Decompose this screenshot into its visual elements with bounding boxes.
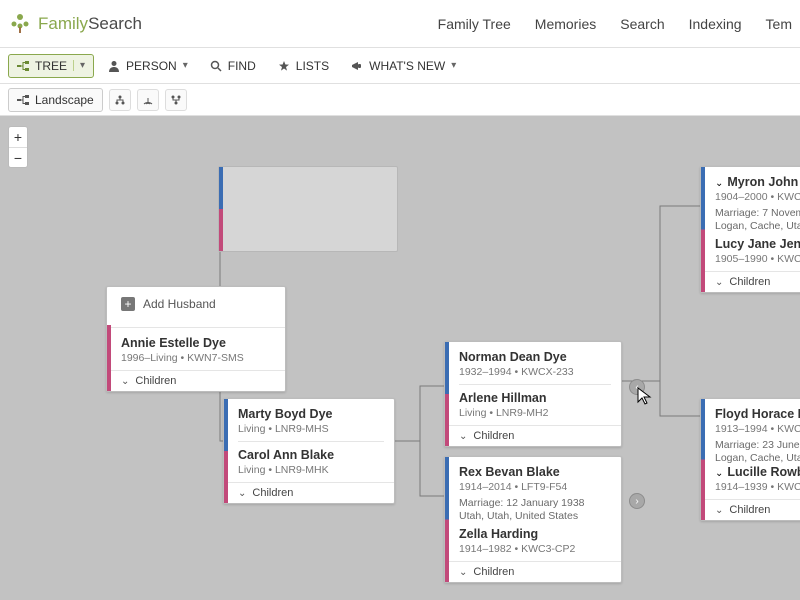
person-dropdown[interactable]: PERSON▾ [100, 55, 196, 77]
husband-name: Marty Boyd Dye [238, 407, 384, 421]
logo[interactable]: FamilySearch [8, 12, 142, 36]
chevron-down-icon: ▾ [183, 60, 188, 71]
view-portrait-icon[interactable] [109, 89, 131, 111]
nav-temple[interactable]: Tem [766, 16, 792, 32]
chevron-down-icon: ⌄ [715, 468, 723, 479]
chevron-down-icon: ⌄ [715, 505, 723, 516]
person-meta: 1996–Living • KWN7-SMS [121, 352, 275, 364]
marriage-info: Marriage: 23 June Logan, Cache, Utal [715, 439, 800, 465]
couple-card-marty-carol[interactable]: Marty Boyd Dye Living • LNR9-MHS Carol A… [223, 398, 395, 504]
chevron-down-icon: ⌄ [238, 488, 246, 499]
ghost-card[interactable] [218, 166, 398, 252]
logo-text: FamilySearch [38, 14, 142, 34]
tree-dropdown[interactable]: TREE ▾ [8, 54, 94, 78]
children-toggle[interactable]: ⌄ Children [701, 499, 800, 520]
person-name: Annie Estelle Dye [121, 336, 275, 350]
wife-meta: Living • LNR9-MHK [238, 464, 384, 476]
nav-family-tree[interactable]: Family Tree [438, 16, 511, 32]
chevron-down-icon: ⌄ [715, 277, 723, 288]
children-label: Children [473, 430, 514, 442]
toolbar: TREE ▾ PERSON▾ FIND LISTS WHAT'S NEW▾ [0, 48, 800, 84]
nav-search[interactable]: Search [620, 16, 664, 32]
gender-stripe-f [107, 325, 111, 391]
lists-button[interactable]: LISTS [270, 55, 337, 77]
view-landscape[interactable]: Landscape [8, 88, 103, 112]
wife-name: Lucy Jane Jens [715, 237, 800, 251]
husband-name: Floyd Horace H [715, 407, 800, 421]
children-label: Children [473, 566, 514, 578]
wife-name: Carol Ann Blake [238, 448, 384, 462]
husband-name: Myron John Dy [727, 175, 800, 189]
search-icon [210, 60, 222, 72]
children-label: Children [252, 487, 293, 499]
children-toggle[interactable]: ⌄ Children [701, 271, 800, 292]
wife-meta: 1914–1939 • KWC [715, 481, 800, 493]
wife-meta: 1914–1982 • KWC3-CP2 [459, 543, 611, 555]
add-husband-label: Add Husband [143, 297, 216, 311]
megaphone-icon [351, 60, 363, 72]
nav-indexing[interactable]: Indexing [689, 16, 742, 32]
find-button[interactable]: FIND [202, 55, 264, 77]
chevron-down-icon: ▾ [73, 60, 85, 71]
app-header: FamilySearch Family Tree Memories Search… [0, 0, 800, 48]
chevron-down-icon: ▾ [451, 60, 456, 71]
children-toggle[interactable]: ⌄ Children [107, 370, 285, 391]
chevron-down-icon: ⌄ [715, 178, 723, 189]
expand-right-button[interactable]: › [629, 493, 645, 509]
whatsnew-dropdown[interactable]: WHAT'S NEW▾ [343, 55, 464, 77]
children-toggle[interactable]: ⌄ Children [224, 482, 394, 503]
tree-canvas[interactable]: + − + Add Husband Annie Estelle Dye 1996… [0, 116, 800, 600]
husband-meta: 1932–1994 • KWCX-233 [459, 366, 611, 378]
children-label: Children [729, 276, 770, 288]
husband-meta: 1914–2014 • LFT9-F54 [459, 481, 611, 493]
view-fan-icon[interactable] [137, 89, 159, 111]
chevron-down-icon: ⌄ [121, 376, 129, 387]
children-toggle[interactable]: ⌄ Children [445, 561, 621, 582]
wife-name: Zella Harding [459, 527, 611, 541]
landscape-icon [17, 94, 29, 106]
mouse-cursor-icon [636, 386, 656, 406]
husband-meta: 1904–2000 • KWC [715, 191, 800, 203]
gender-stripe [701, 399, 705, 520]
wife-meta: 1905–1990 • KWC [715, 253, 800, 265]
gender-stripe [445, 457, 449, 582]
gender-stripe [445, 342, 449, 446]
nav-memories[interactable]: Memories [535, 16, 596, 32]
couple-card-rex-zella[interactable]: Rex Bevan Blake 1914–2014 • LFT9-F54 Mar… [444, 456, 622, 583]
plus-icon: + [121, 297, 135, 311]
marriage-info: Marriage: 7 Novem Logan, Cache, Utal [715, 207, 800, 233]
view-bar: Landscape [0, 84, 800, 116]
couple-card-myron-lucy[interactable]: ⌄ Myron John Dy 1904–2000 • KWC Marriage:… [700, 166, 800, 293]
chevron-down-icon: ⌄ [459, 431, 467, 442]
view-descendancy-icon[interactable] [165, 89, 187, 111]
couple-card-norman-arlene[interactable]: Norman Dean Dye 1932–1994 • KWCX-233 Arl… [444, 341, 622, 447]
husband-name: Norman Dean Dye [459, 350, 611, 364]
tree-icon [17, 60, 29, 72]
couple-card-floyd-lucille[interactable]: Floyd Horace H 1913–1994 • KWC Marriage:… [700, 398, 800, 521]
husband-meta: 1913–1994 • KWC [715, 423, 800, 435]
gender-stripe [224, 399, 228, 503]
top-nav: Family Tree Memories Search Indexing Tem [438, 16, 792, 32]
children-label: Children [135, 375, 176, 387]
gender-stripe [701, 167, 705, 292]
wife-meta: Living • LNR9-MH2 [459, 407, 611, 419]
tree-logo-icon [8, 12, 32, 36]
gender-stripe [219, 167, 223, 251]
add-husband-button[interactable]: + Add Husband [107, 287, 285, 321]
star-icon [278, 60, 290, 72]
wife-name: Arlene Hillman [459, 391, 611, 405]
children-label: Children [729, 504, 770, 516]
children-toggle[interactable]: ⌄ Children [445, 425, 621, 446]
wife-name: Lucille Rowbur [727, 465, 800, 479]
person-icon [108, 60, 120, 72]
person-card-annie[interactable]: + Add Husband Annie Estelle Dye 1996–Liv… [106, 286, 286, 392]
chevron-down-icon: ⌄ [459, 567, 467, 578]
husband-name: Rex Bevan Blake [459, 465, 611, 479]
husband-meta: Living • LNR9-MHS [238, 423, 384, 435]
marriage-info: Marriage: 12 January 1938 Utah, Utah, Un… [459, 497, 611, 523]
